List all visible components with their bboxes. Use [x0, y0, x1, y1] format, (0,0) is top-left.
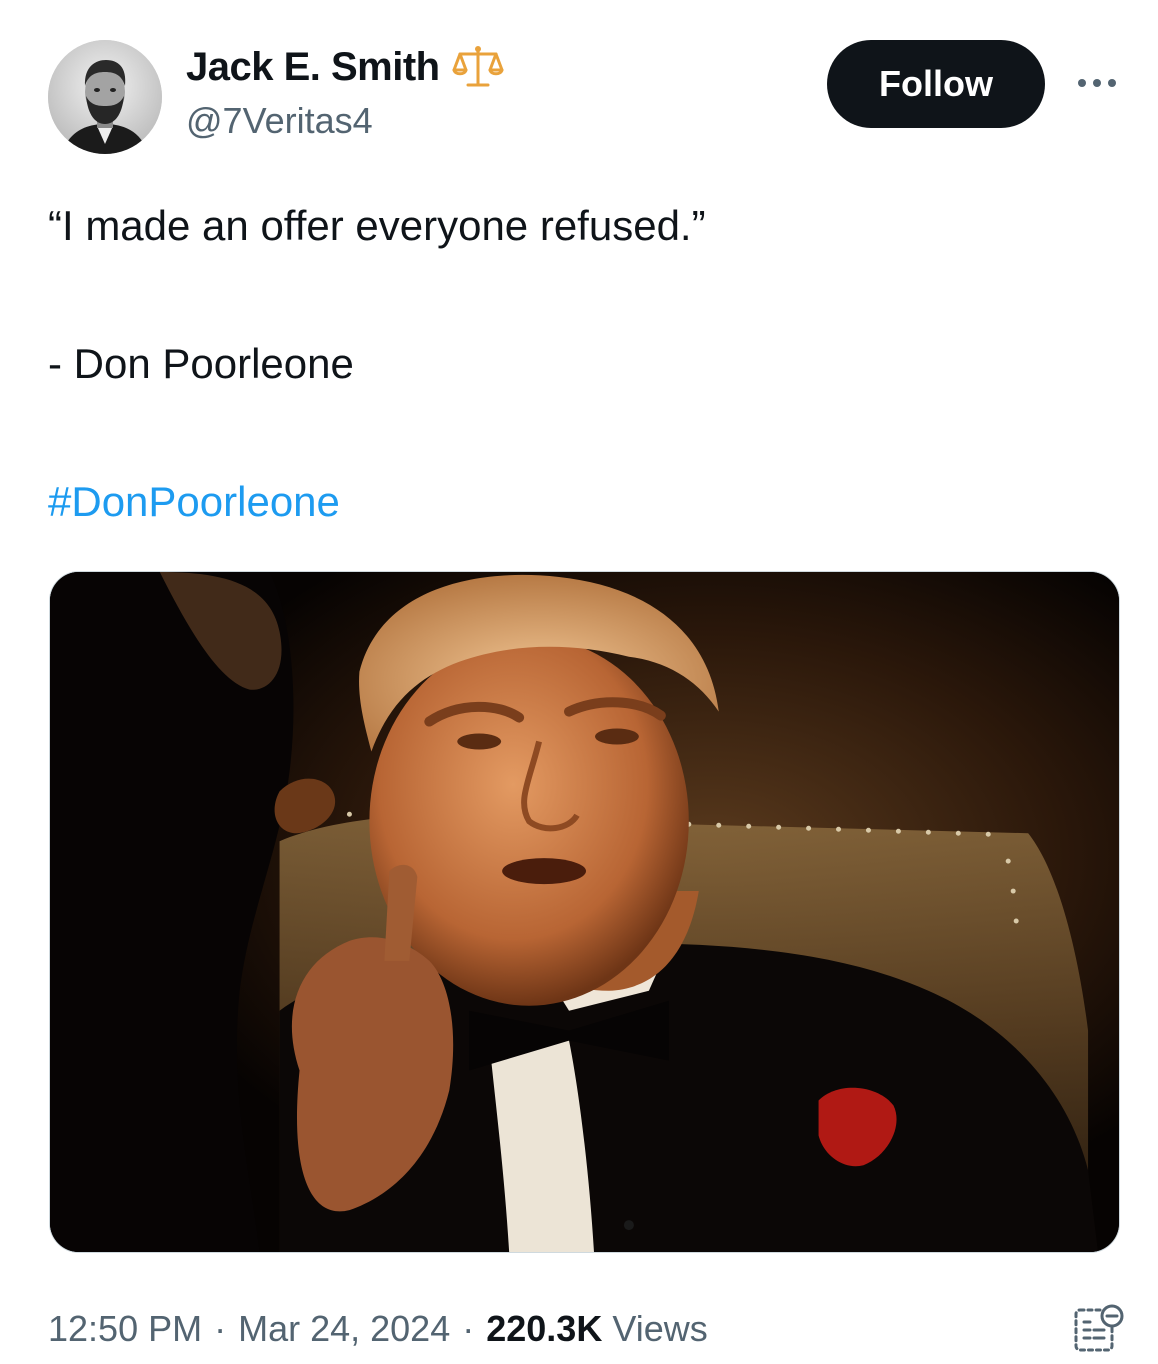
- balance-scale-icon: [452, 44, 504, 90]
- author-handle[interactable]: @7Veritas4: [186, 100, 373, 142]
- tweet-meta: 12:50 PM · Mar 24, 2024 · 220.3K Views: [48, 1302, 708, 1356]
- hashtag-link[interactable]: #DonPoorleone: [48, 474, 340, 530]
- separator: ·: [462, 1308, 475, 1349]
- follow-button[interactable]: Follow: [827, 40, 1045, 128]
- tweet-photo[interactable]: [49, 571, 1120, 1253]
- author-name-row: Jack E. Smith: [186, 40, 504, 94]
- tweet-text-line: “I made an offer everyone refused.”: [48, 202, 706, 249]
- more-horizontal-icon[interactable]: [1072, 66, 1122, 100]
- avatar[interactable]: [48, 40, 162, 154]
- tweet-date[interactable]: Mar 24, 2024: [238, 1308, 450, 1350]
- display-name[interactable]: Jack E. Smith: [186, 45, 440, 90]
- views-count: 220.3K: [486, 1308, 603, 1349]
- separator: ·: [214, 1308, 227, 1349]
- tweet-text-line: - Don Poorleone: [48, 340, 354, 387]
- view-analytics-icon[interactable]: [1070, 1300, 1126, 1356]
- tweet-time[interactable]: 12:50 PM: [48, 1308, 202, 1350]
- views-label: Views: [612, 1308, 708, 1349]
